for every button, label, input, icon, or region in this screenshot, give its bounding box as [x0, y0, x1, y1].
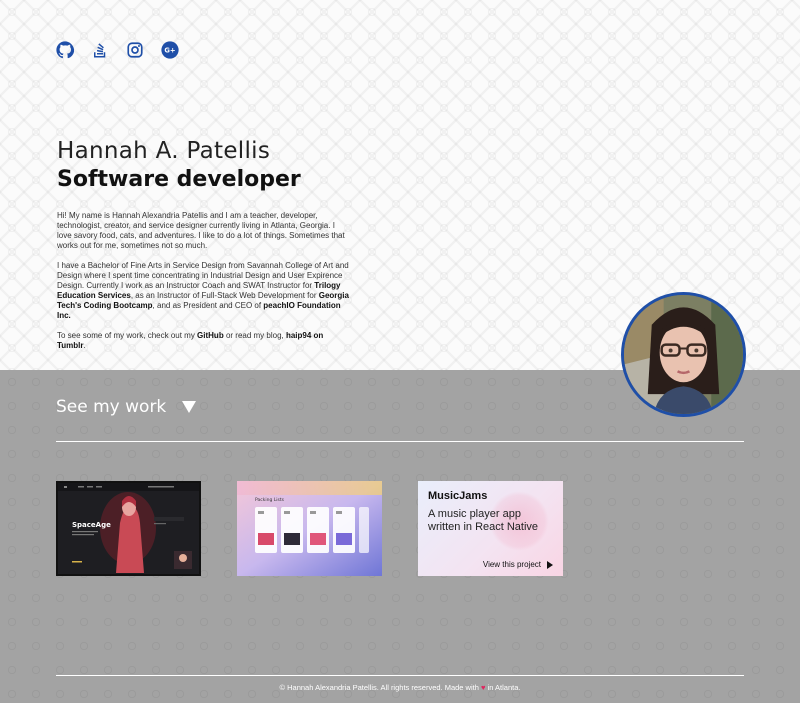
avatar — [621, 292, 746, 417]
github-link[interactable] — [56, 41, 74, 59]
project-card-packing-lists[interactable]: Packing Lists — [237, 481, 382, 576]
footer: © Hannah Alexandria Patellis. All rights… — [0, 683, 800, 692]
bio-text: or read my blog, — [223, 331, 286, 340]
svg-text:G+: G+ — [164, 47, 175, 55]
view-project-link[interactable]: View this project — [483, 560, 553, 569]
bio-paragraph-3: To see some of my work, check out my Git… — [57, 331, 349, 351]
github-icon — [56, 41, 74, 59]
bio-text: . — [83, 341, 86, 350]
footer-text: in Atlanta. — [485, 683, 521, 692]
stackoverflow-icon — [94, 43, 106, 58]
view-project-label: View this project — [482, 560, 541, 569]
packing-lists-thumbnail: Packing Lists — [237, 481, 382, 576]
project-card-spaceage[interactable]: SpaceAge — [56, 481, 201, 576]
see-my-work-toggle[interactable]: See my work — [56, 397, 197, 417]
footer-divider — [56, 675, 744, 676]
spaceage-label: SpaceAge — [72, 521, 111, 529]
google-plus-link[interactable]: G+ — [161, 41, 179, 59]
packing-lists-label: Packing Lists — [255, 497, 285, 503]
musicjams-title: MusicJams — [428, 490, 488, 502]
see-my-work-heading: See my work — [56, 397, 167, 417]
triangle-down-icon — [182, 401, 197, 413]
job-title: Software developer — [57, 167, 301, 192]
bio-text: , and as President and CEO of — [152, 301, 264, 310]
bio-text: , as an Instructor of Full-Stack Web Dev… — [130, 291, 319, 300]
instagram-icon — [127, 42, 143, 58]
bio-paragraph-2: I have a Bachelor of Fine Arts in Servic… — [57, 261, 349, 321]
github-text-link[interactable]: GitHub — [197, 331, 224, 340]
musicjams-description: A music player app written in React Nati… — [428, 508, 539, 533]
person-name: Hannah A. Patellis — [57, 138, 271, 164]
avatar-photo — [624, 295, 743, 414]
bio-paragraph-1: Hi! My name is Hannah Alexandria Patelli… — [57, 211, 345, 250]
play-icon — [547, 560, 553, 569]
bio-text: To see some of my work, check out my — [57, 331, 198, 340]
work-section: See my work SpaceAge Packing Lists Music… — [0, 370, 800, 703]
footer-text: © Hannah Alexandria Patellis. All rights… — [279, 683, 481, 692]
bio-text: I have a Bachelor of Fine Arts in Servic… — [57, 261, 349, 290]
project-card-musicjams[interactable]: MusicJams A music player app written in … — [418, 481, 563, 576]
instagram-link[interactable] — [126, 41, 144, 59]
stackoverflow-link[interactable] — [91, 41, 109, 59]
divider — [56, 441, 744, 442]
google-plus-icon: G+ — [161, 41, 179, 59]
social-links: G+ — [56, 41, 184, 59]
bio: Hi! My name is Hannah Alexandria Patelli… — [57, 211, 349, 361]
spaceage-thumbnail: SpaceAge — [58, 483, 199, 574]
